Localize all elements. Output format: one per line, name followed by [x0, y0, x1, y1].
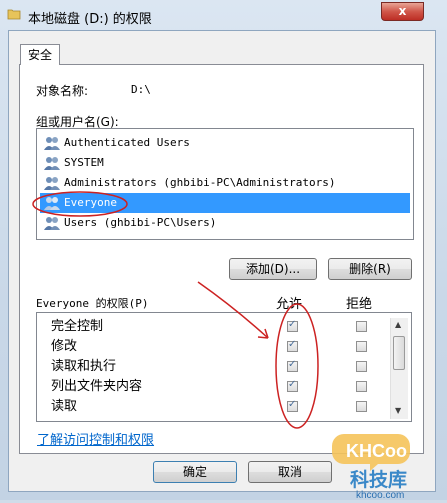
- watermark-cn-text: 科技库: [350, 468, 407, 491]
- annotation-ellipse-allow: [275, 303, 319, 429]
- tab-security[interactable]: 安全: [20, 44, 60, 65]
- watermark-logo: KHCoo 科技库 khcoo.com: [330, 424, 447, 501]
- watermark-url-text: khcoo.com: [356, 490, 404, 500]
- annotation-ellipse-everyone: [32, 191, 128, 217]
- tab-label: 安全: [27, 48, 52, 62]
- watermark-logo-text: KHCoo: [346, 441, 407, 461]
- dialog-window: 本地磁盘 (D:) 的权限 x 安全 对象名称: D:\ 组或用户名(G): A…: [0, 0, 447, 501]
- annotation-arrow-line: [197, 281, 269, 339]
